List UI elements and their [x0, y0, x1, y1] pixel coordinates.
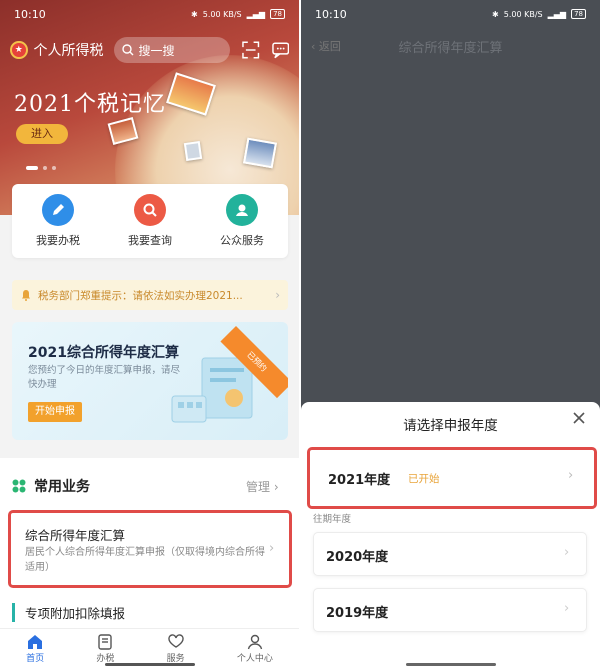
year-select-screen: 10:10 ✱ 5.00 KB/S ▂▄▆ 78 综合所得年度汇算 ‹ 返回 请… [301, 0, 600, 669]
chevron-right-icon: › [273, 480, 279, 494]
tab-profile[interactable]: 个人中心 [237, 634, 273, 664]
quick-action-service[interactable]: 公众服务 [202, 194, 282, 248]
page-header: 综合所得年度汇算 ‹ 返回 [301, 34, 600, 60]
quick-action-query[interactable]: 我要查询 [110, 194, 190, 248]
page-title: 综合所得年度汇算 [398, 41, 503, 56]
enter-button[interactable]: 进入 [16, 124, 68, 144]
tab-service[interactable]: 服务 [167, 634, 185, 664]
business-item-description: 居民个人综合所得年度汇算申报（仅取得境内综合所得适用） [25, 547, 265, 573]
status-time: 10:10 [14, 7, 46, 21]
banner-photo [183, 140, 203, 162]
carousel-dot [52, 166, 56, 170]
close-icon[interactable] [571, 410, 587, 426]
battery-icon: 78 [270, 9, 285, 19]
chevron-left-icon: ‹ [311, 40, 316, 53]
chevron-right-icon: › [568, 468, 574, 483]
business-item-annual-settlement[interactable]: 综合所得年度汇算 居民个人综合所得年度汇算申报（仅取得境内综合所得适用） › [8, 510, 292, 588]
status-icons: ✱ 5.00 KB/S ▂▄▆ 78 [492, 9, 586, 19]
status-icons: ✱ 5.00 KB/S ▂▄▆ 78 [191, 9, 285, 19]
bell-icon [22, 290, 30, 301]
business-item-special-deduction[interactable]: 专项附加扣除填报 [12, 603, 125, 622]
section-title: 常用业务 [34, 479, 90, 495]
business-item-title: 综合所得年度汇算 [25, 528, 126, 543]
notice-text: 税务部门郑重提示：请依法如实办理2021... [38, 289, 243, 302]
tab-label: 个人中心 [236, 654, 273, 664]
banner-title: 2021个税记忆 [14, 92, 166, 117]
back-button[interactable]: ‹ 返回 [311, 38, 341, 54]
message-icon[interactable] [271, 41, 289, 59]
home-indicator [406, 663, 496, 666]
back-label: 返回 [318, 40, 341, 53]
status-badge: 已开始 [408, 473, 440, 485]
battery-icon: 78 [571, 9, 586, 19]
service-icon [226, 194, 258, 226]
scan-icon[interactable] [242, 41, 260, 59]
past-years-label: 往期年度 [313, 514, 352, 525]
pen-icon [42, 194, 74, 226]
notice-bar[interactable]: 税务部门郑重提示：请依法如实办理2021... › [12, 280, 288, 310]
banner-photo [242, 137, 278, 169]
year-label: 2019年度 [326, 606, 389, 621]
home-icon [28, 635, 43, 649]
app-header: ★ 个人所得税 搜一搜 [0, 34, 299, 66]
annual-settlement-promo[interactable]: 2021综合所得年度汇算 您预约了今日的年度汇算申报，请尽快办理 开始申报 已预… [12, 322, 288, 440]
chevron-right-icon: › [564, 545, 570, 560]
memory-banner[interactable]: 2021个税记忆 进入 [0, 0, 299, 215]
year-label: 2021年度 [328, 473, 391, 488]
year-option-2021[interactable]: 2021年度 已开始 › [307, 447, 597, 509]
quick-action-label: 我要查询 [128, 234, 172, 247]
signal-icon: ▂▄▆ [547, 9, 567, 19]
home-indicator [105, 663, 195, 666]
year-option-2019[interactable]: 2019年度 › [313, 588, 587, 632]
promo-title: 2021综合所得年度汇算 [28, 345, 179, 361]
quick-action-label: 公众服务 [220, 234, 264, 247]
quick-actions: 我要办税 我要查询 公众服务 [12, 184, 288, 258]
search-icon [121, 44, 134, 56]
carousel-indicator [26, 166, 56, 170]
network-speed: 5.00 KB/S [503, 9, 543, 19]
bluetooth-icon: ✱ [492, 9, 499, 19]
chevron-right-icon: › [564, 601, 570, 616]
manage-link[interactable]: 管理 › [246, 478, 279, 495]
year-option-2020[interactable]: 2020年度 › [313, 532, 587, 576]
heart-hand-icon [167, 634, 184, 648]
app-title: 个人所得税 [33, 43, 104, 59]
carousel-dot [43, 166, 47, 170]
status-bar: 10:10 ✱ 5.00 KB/S ▂▄▆ 78 [301, 0, 600, 28]
tab-label: 首页 [26, 654, 45, 664]
tab-home[interactable]: 首页 [26, 634, 44, 664]
network-speed: 5.00 KB/S [202, 9, 242, 19]
year-label: 2020年度 [326, 550, 389, 565]
tab-tax[interactable]: 办税 [96, 634, 114, 664]
status-time: 10:10 [315, 7, 347, 21]
search-input[interactable]: 搜一搜 [113, 37, 231, 63]
home-screen: 2021个税记忆 进入 10:10 ✱ 5.00 KB/S ▂▄▆ 78 ★ 个… [0, 0, 299, 669]
search-placeholder: 搜一搜 [138, 43, 175, 58]
signal-icon: ▂▄▆ [246, 9, 266, 19]
section-header: 常用业务 [12, 476, 90, 496]
person-icon [247, 634, 263, 650]
tax-emblem-icon: ★ [10, 41, 28, 59]
carousel-dot-active [26, 166, 38, 170]
grid-icon [12, 479, 26, 493]
chevron-right-icon: › [269, 541, 275, 556]
status-bar: 10:10 ✱ 5.00 KB/S ▂▄▆ 78 [0, 0, 299, 28]
search-icon [134, 194, 166, 226]
document-icon [98, 634, 113, 650]
year-select-sheet: 请选择申报年度 2021年度 已开始 › 往期年度 2020年度 › 2019年… [301, 402, 600, 669]
quick-action-label: 我要办税 [36, 234, 80, 247]
common-business-section: 常用业务 管理 › 综合所得年度汇算 居民个人综合所得年度汇算申报（仅取得境内综… [0, 458, 299, 628]
promo-description: 您预约了今日的年度汇算申报，请尽快办理 [28, 365, 181, 390]
chevron-right-icon: › [275, 288, 280, 302]
start-declaration-button[interactable]: 开始申报 [28, 402, 82, 422]
manage-label: 管理 [246, 480, 271, 494]
quick-action-tax[interactable]: 我要办税 [18, 194, 98, 248]
sheet-title: 请选择申报年度 [403, 418, 498, 434]
bluetooth-icon: ✱ [191, 9, 198, 19]
